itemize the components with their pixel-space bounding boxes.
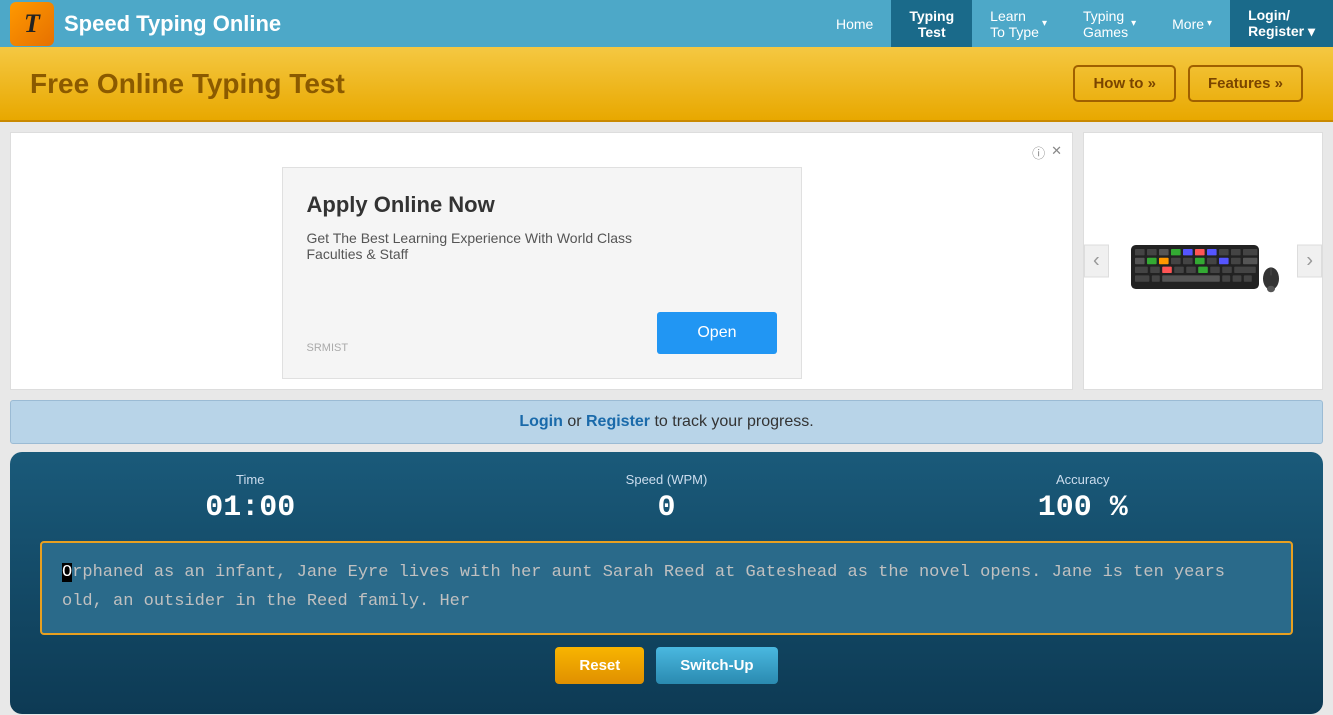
nav-item-typing-test[interactable]: TypingTest — [891, 0, 972, 47]
more-arrow: ▾ — [1207, 18, 1212, 29]
ad-source: SRMIST — [307, 342, 349, 354]
features-button[interactable]: Features » — [1188, 65, 1303, 102]
navbar: T Speed Typing Online Home TypingTest Le… — [0, 0, 1333, 47]
accuracy-label: Accuracy — [1038, 472, 1128, 487]
ad-open-button[interactable]: Open — [657, 312, 776, 354]
how-to-button[interactable]: How to » — [1073, 65, 1176, 102]
learn-to-type-arrow: ▾ — [1042, 18, 1047, 29]
banner-buttons: How to » Features » — [1073, 65, 1303, 102]
login-or-text: or — [567, 413, 586, 430]
time-label: Time — [205, 472, 295, 487]
ad-info-icon[interactable]: ⓘ — [1032, 143, 1045, 162]
two-column-layout: ⓘ ✕ Apply Online Now Get The Best Learni… — [0, 122, 1333, 390]
ad-headline: Apply Online Now — [307, 192, 777, 218]
speed-label: Speed (WPM) — [626, 472, 708, 487]
accuracy-stat: Accuracy 100 % — [1038, 472, 1128, 525]
accuracy-value: 100 % — [1038, 491, 1128, 525]
ad-inner: Apply Online Now Get The Best Learning E… — [282, 167, 802, 379]
logo-icon: T — [10, 2, 54, 46]
register-link[interactable]: Register — [586, 413, 650, 430]
speed-stat: Speed (WPM) 0 — [626, 472, 708, 525]
typing-box[interactable]: Orphaned as an infant, Jane Eyre lives w… — [40, 541, 1293, 635]
typing-section: Time 01:00 Speed (WPM) 0 Accuracy 100 % … — [10, 452, 1323, 714]
banner: Free Online Typing Test How to » Feature… — [0, 47, 1333, 122]
sidebar-image — [1123, 211, 1283, 311]
banner-title: Free Online Typing Test — [30, 68, 345, 100]
right-sidebar: ‹ — [1083, 132, 1323, 390]
nav-item-typing-games[interactable]: TypingGames ▾ — [1065, 0, 1154, 47]
typing-text: rphaned as an infant, Jane Eyre lives wi… — [62, 563, 1225, 611]
speed-value: 0 — [626, 491, 708, 525]
switch-up-button[interactable]: Switch-Up — [656, 647, 777, 684]
nav-item-learn-to-type[interactable]: LearnTo Type ▾ — [972, 0, 1065, 47]
sidebar-next-arrow[interactable]: › — [1297, 245, 1322, 278]
stats-row: Time 01:00 Speed (WPM) 0 Accuracy 100 % — [40, 472, 1293, 525]
ad-controls: ⓘ ✕ — [21, 143, 1062, 162]
cursor-character: O — [62, 563, 72, 582]
logo-text: Speed Typing Online — [64, 11, 281, 37]
time-value: 01:00 — [205, 491, 295, 525]
nav-item-more[interactable]: More ▾ — [1154, 0, 1230, 47]
login-link[interactable]: Login — [519, 413, 563, 430]
bottom-buttons: Reset Switch-Up — [40, 647, 1293, 694]
login-bar-text: to track your progress. — [654, 413, 813, 430]
reset-button[interactable]: Reset — [555, 647, 644, 684]
nav-items: Home TypingTest LearnTo Type ▾ TypingGam… — [818, 0, 1333, 47]
sidebar-prev-arrow[interactable]: ‹ — [1084, 245, 1109, 278]
nav-item-home[interactable]: Home — [818, 0, 891, 47]
ad-area: ⓘ ✕ Apply Online Now Get The Best Learni… — [10, 132, 1073, 390]
typing-games-arrow: ▾ — [1131, 18, 1136, 29]
login-bar: Login or Register to track your progress… — [10, 400, 1323, 444]
keyboard-svg — [1123, 216, 1283, 306]
nav-logo[interactable]: T Speed Typing Online — [0, 0, 370, 47]
ad-close-icon[interactable]: ✕ — [1051, 143, 1062, 162]
time-stat: Time 01:00 — [205, 472, 295, 525]
nav-login-button[interactable]: Login/Register ▾ — [1230, 0, 1333, 47]
ad-body: Get The Best Learning Experience With Wo… — [307, 230, 667, 262]
